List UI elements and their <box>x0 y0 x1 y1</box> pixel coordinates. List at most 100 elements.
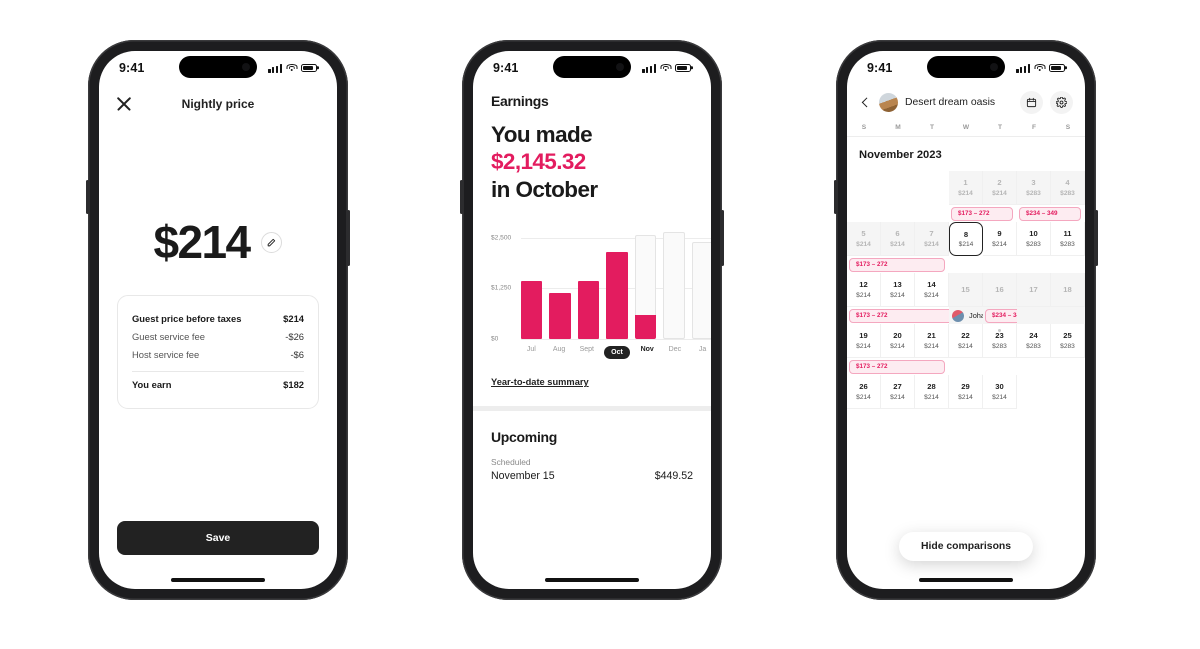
chart-bar-column[interactable] <box>634 225 657 340</box>
comparison-bar-cell <box>847 205 881 222</box>
x-axis-tick-label: Aug <box>552 346 566 354</box>
day-price: $214 <box>890 291 905 299</box>
comparison-bar-row: $173 – 272 <box>847 256 1085 273</box>
calendar-day-cell[interactable]: 24 $283 <box>1017 324 1051 358</box>
status-bar: 9:41 <box>847 51 1085 85</box>
calendar-day-cell[interactable]: 10 $283 <box>1017 222 1051 256</box>
day-of-week-label: S <box>1065 124 1071 131</box>
day-number: 20 <box>893 331 902 341</box>
wifi-icon <box>286 63 297 73</box>
wifi-icon <box>1034 63 1045 73</box>
day-number: 21 <box>927 331 936 341</box>
calendar-day-cell[interactable]: 8 $214 <box>949 222 983 256</box>
calendar-day-cell[interactable]: 23 $283 <box>983 324 1017 358</box>
day-price: $283 <box>1026 342 1041 350</box>
chart-bar-column[interactable] <box>549 225 571 340</box>
calendar-day-cell[interactable]: 27 $214 <box>881 375 915 409</box>
x-axis-tick-label: Jul <box>526 346 536 354</box>
calendar-day-cell[interactable]: 5 $214 <box>847 222 881 256</box>
battery-icon <box>1049 63 1065 73</box>
calendar-week-row: 5 $214 6 $214 7 $214 8 $214 9 $214 10 $283 11 $283 <box>847 222 1085 256</box>
listing-thumbnail-avatar[interactable] <box>879 93 898 112</box>
comparison-bar-cell: $234 – 349 <box>1017 205 1081 222</box>
gear-icon[interactable] <box>1050 91 1073 114</box>
day-price: $214 <box>924 240 939 248</box>
calendar-day-cell[interactable]: 9 $214 <box>983 222 1017 256</box>
chart-bar-column[interactable] <box>691 225 711 340</box>
close-icon[interactable] <box>115 95 133 113</box>
day-number: 2 <box>997 178 1002 188</box>
x-axis-tick[interactable]: Sept <box>576 346 597 359</box>
front-camera-icon <box>990 63 998 71</box>
phone3-screen: 9:41 Desert dream oasis S M T W T F S No… <box>847 51 1085 589</box>
scheduled-payout-row[interactable]: November 15 $449.52 <box>491 470 693 482</box>
calendar-day-cell[interactable]: 17 <box>1017 273 1051 307</box>
day-price: $283 <box>992 342 1007 350</box>
calendar-day-cell[interactable]: 28 $214 <box>915 375 949 409</box>
status-time: 9:41 <box>867 61 893 75</box>
x-axis-tick[interactable]: Dec <box>665 346 686 359</box>
calendar-day-cell[interactable]: 16 <box>983 273 1017 307</box>
x-axis-tick[interactable]: Nov <box>637 346 658 359</box>
day-price: $214 <box>890 342 905 350</box>
x-axis-tick[interactable]: Ja <box>692 346 711 359</box>
calendar-day-cell[interactable]: 18 <box>1051 273 1085 307</box>
projected-bar <box>663 231 685 340</box>
day-price: $283 <box>1026 189 1041 197</box>
comparison-bar-cell <box>881 307 915 324</box>
dynamic-island <box>927 56 1005 78</box>
calendar-day-cell[interactable]: 11 $283 <box>1051 222 1085 256</box>
x-axis-tick[interactable]: Jul <box>521 346 542 359</box>
day-price: $214 <box>856 342 871 350</box>
calendar-icon[interactable] <box>1020 91 1043 114</box>
breakdown-label: Host service fee <box>132 348 200 360</box>
calendar-day-cell[interactable]: 30 $214 <box>983 375 1017 409</box>
calendar-day-cell[interactable]: 29 $214 <box>949 375 983 409</box>
status-time: 9:41 <box>493 61 519 75</box>
calendar-day-cell[interactable]: 3 $283 <box>1017 171 1051 205</box>
actual-bar <box>549 293 571 340</box>
calendar-day-cell[interactable]: 12 $214 <box>847 273 881 307</box>
day-of-week-label: F <box>1031 124 1037 131</box>
save-button[interactable]: Save <box>117 521 319 555</box>
calendar-day-cell[interactable]: 1 $214 <box>949 171 983 205</box>
calendar-day-cell[interactable]: 26 $214 <box>847 375 881 409</box>
x-axis-tick-label: Ja <box>698 346 707 354</box>
comparison-bar-cell <box>949 256 983 273</box>
calendar-day-cell[interactable]: 25 $283 <box>1051 324 1085 358</box>
calendar-day-cell[interactable]: 15 <box>949 273 983 307</box>
calendar-day-cell[interactable]: 13 $214 <box>881 273 915 307</box>
calendar-cell-empty <box>847 171 881 205</box>
calendar-day-cell[interactable]: 21 $214 <box>915 324 949 358</box>
hide-comparisons-button[interactable]: Hide comparisons <box>898 532 1034 561</box>
comparison-bar-cell <box>983 256 1017 273</box>
calendar-day-cell[interactable]: 6 $214 <box>881 222 915 256</box>
breakdown-row: Host service fee -$6 <box>132 345 304 363</box>
x-axis-tick[interactable]: Oct <box>604 346 630 360</box>
calendar-day-cell[interactable]: 2 $214 <box>983 171 1017 205</box>
x-axis-tick-label: Oct <box>604 346 630 360</box>
calendar-day-cell[interactable]: 19 $214 <box>847 324 881 358</box>
x-axis-tick-label: Sept <box>579 346 594 354</box>
calendar-day-cell[interactable]: 22 $214 <box>949 324 983 358</box>
chart-plot-area <box>521 225 711 340</box>
chart-bar-column[interactable] <box>606 225 628 340</box>
pencil-icon[interactable] <box>261 231 283 253</box>
phone-nightly-price: 9:41 Nightly price $214 Guest price befo… <box>86 40 350 600</box>
year-to-date-summary-link[interactable]: Year-to-date summary <box>491 377 589 387</box>
calendar-day-cell[interactable]: 14 $214 <box>915 273 949 307</box>
chart-bar-column[interactable] <box>577 225 600 340</box>
day-number: 11 <box>1063 229 1072 239</box>
x-axis-tick[interactable]: Aug <box>549 346 570 359</box>
y-axis-tick: $1,250 <box>491 284 512 292</box>
calendar-day-cell[interactable]: 4 $283 <box>1051 171 1085 205</box>
calendar-day-cell[interactable]: 7 $214 <box>915 222 949 256</box>
calendar-day-cell[interactable]: 20 $214 <box>881 324 915 358</box>
comparison-bar-cell <box>1017 256 1051 273</box>
chart-bar-column[interactable] <box>663 225 685 340</box>
chart-bar-column[interactable] <box>521 225 543 340</box>
chevron-left-icon[interactable] <box>859 96 872 109</box>
home-indicator <box>545 578 639 582</box>
day-of-week-label: S <box>861 124 867 131</box>
day-number: 27 <box>893 382 902 392</box>
